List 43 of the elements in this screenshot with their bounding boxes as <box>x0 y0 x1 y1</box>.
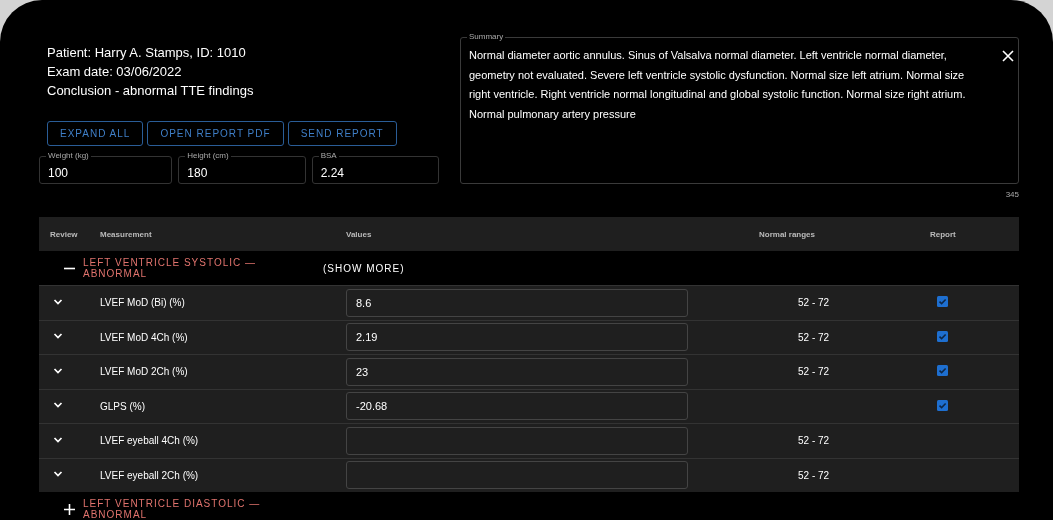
value-input[interactable]: 2.19 <box>346 323 688 352</box>
checkbox[interactable] <box>937 330 948 342</box>
column-header: Normal ranges <box>759 229 817 239</box>
value-input[interactable]: -20.68 <box>346 392 688 421</box>
normal-range: 52 - 72 <box>798 297 830 309</box>
normal-range: 52 - 72 <box>798 366 830 378</box>
normal-range: 52 - 72 <box>798 469 830 481</box>
show-more-link[interactable]: (SHOW MORE) <box>323 262 405 274</box>
plus-icon[interactable] <box>64 503 75 515</box>
measurement-name: GLPS (%) <box>100 400 146 412</box>
column-header: Review <box>49 229 79 239</box>
value-input[interactable] <box>346 426 688 455</box>
checkbox[interactable] <box>937 296 948 308</box>
character-counter: 345 <box>1005 190 1019 199</box>
measurement-name: LVEF MoD 4Ch (%) <box>100 331 189 343</box>
outlined-button[interactable]: EXPAND ALL <box>47 121 144 146</box>
checkbox[interactable] <box>937 365 948 377</box>
column-header: Report <box>930 229 957 239</box>
patient-info: Exam date: 03/06/2022 <box>47 64 183 80</box>
value-input[interactable]: 8.6 <box>346 288 688 317</box>
measurement-name: LVEF MoD 2Ch (%) <box>100 366 189 378</box>
outlined-button[interactable]: SEND REPORT <box>287 121 397 146</box>
normal-range: 52 - 72 <box>798 331 830 343</box>
normal-range: 52 - 72 <box>798 435 830 447</box>
field-label: Height (cm) <box>185 151 231 161</box>
group-title: LEFT VENTRICLE DIASTOLIC — ABNORMAL <box>83 498 262 520</box>
measurement-name: LVEF eyeball 2Ch (%) <box>100 469 200 481</box>
summary-text: Normal diameter aortic annulus. Sinus of Valsalva normal diameter. Left ventricle normal diameter, geometry not evaluated. Severe left ventricle systolic dysfunction. Normal size left atrium. Normal size right ventricle. Right ventricle normal longitudinal and global systolic function. Normal size right atrium. Normal pulmonary artery pressure <box>469 48 967 122</box>
column-header: Measurement <box>100 229 153 239</box>
value-input[interactable]: 23 <box>346 357 688 386</box>
group-title: LEFT VENTRICLE SYSTOLIC — ABNORMAL <box>83 257 257 279</box>
value-input[interactable] <box>346 461 688 490</box>
close-icon[interactable] <box>1002 50 1014 62</box>
checkbox[interactable] <box>937 399 948 411</box>
patient-info: Conclusion - abnormal TTE findings <box>47 83 255 99</box>
patient-info: Patient: Harry A. Stamps, ID: 1010 <box>47 45 247 61</box>
measurement-name: LVEF eyeball 4Ch (%) <box>100 435 200 447</box>
measurement-name: LVEF MoD (Bi) (%) <box>100 297 186 309</box>
field-label: Summary <box>467 32 506 42</box>
outlined-button[interactable]: OPEN REPORT PDF <box>147 121 284 146</box>
column-header: Values <box>346 229 373 239</box>
field-label: BSA <box>318 151 339 161</box>
field-label: Weight (kg) <box>46 151 91 161</box>
